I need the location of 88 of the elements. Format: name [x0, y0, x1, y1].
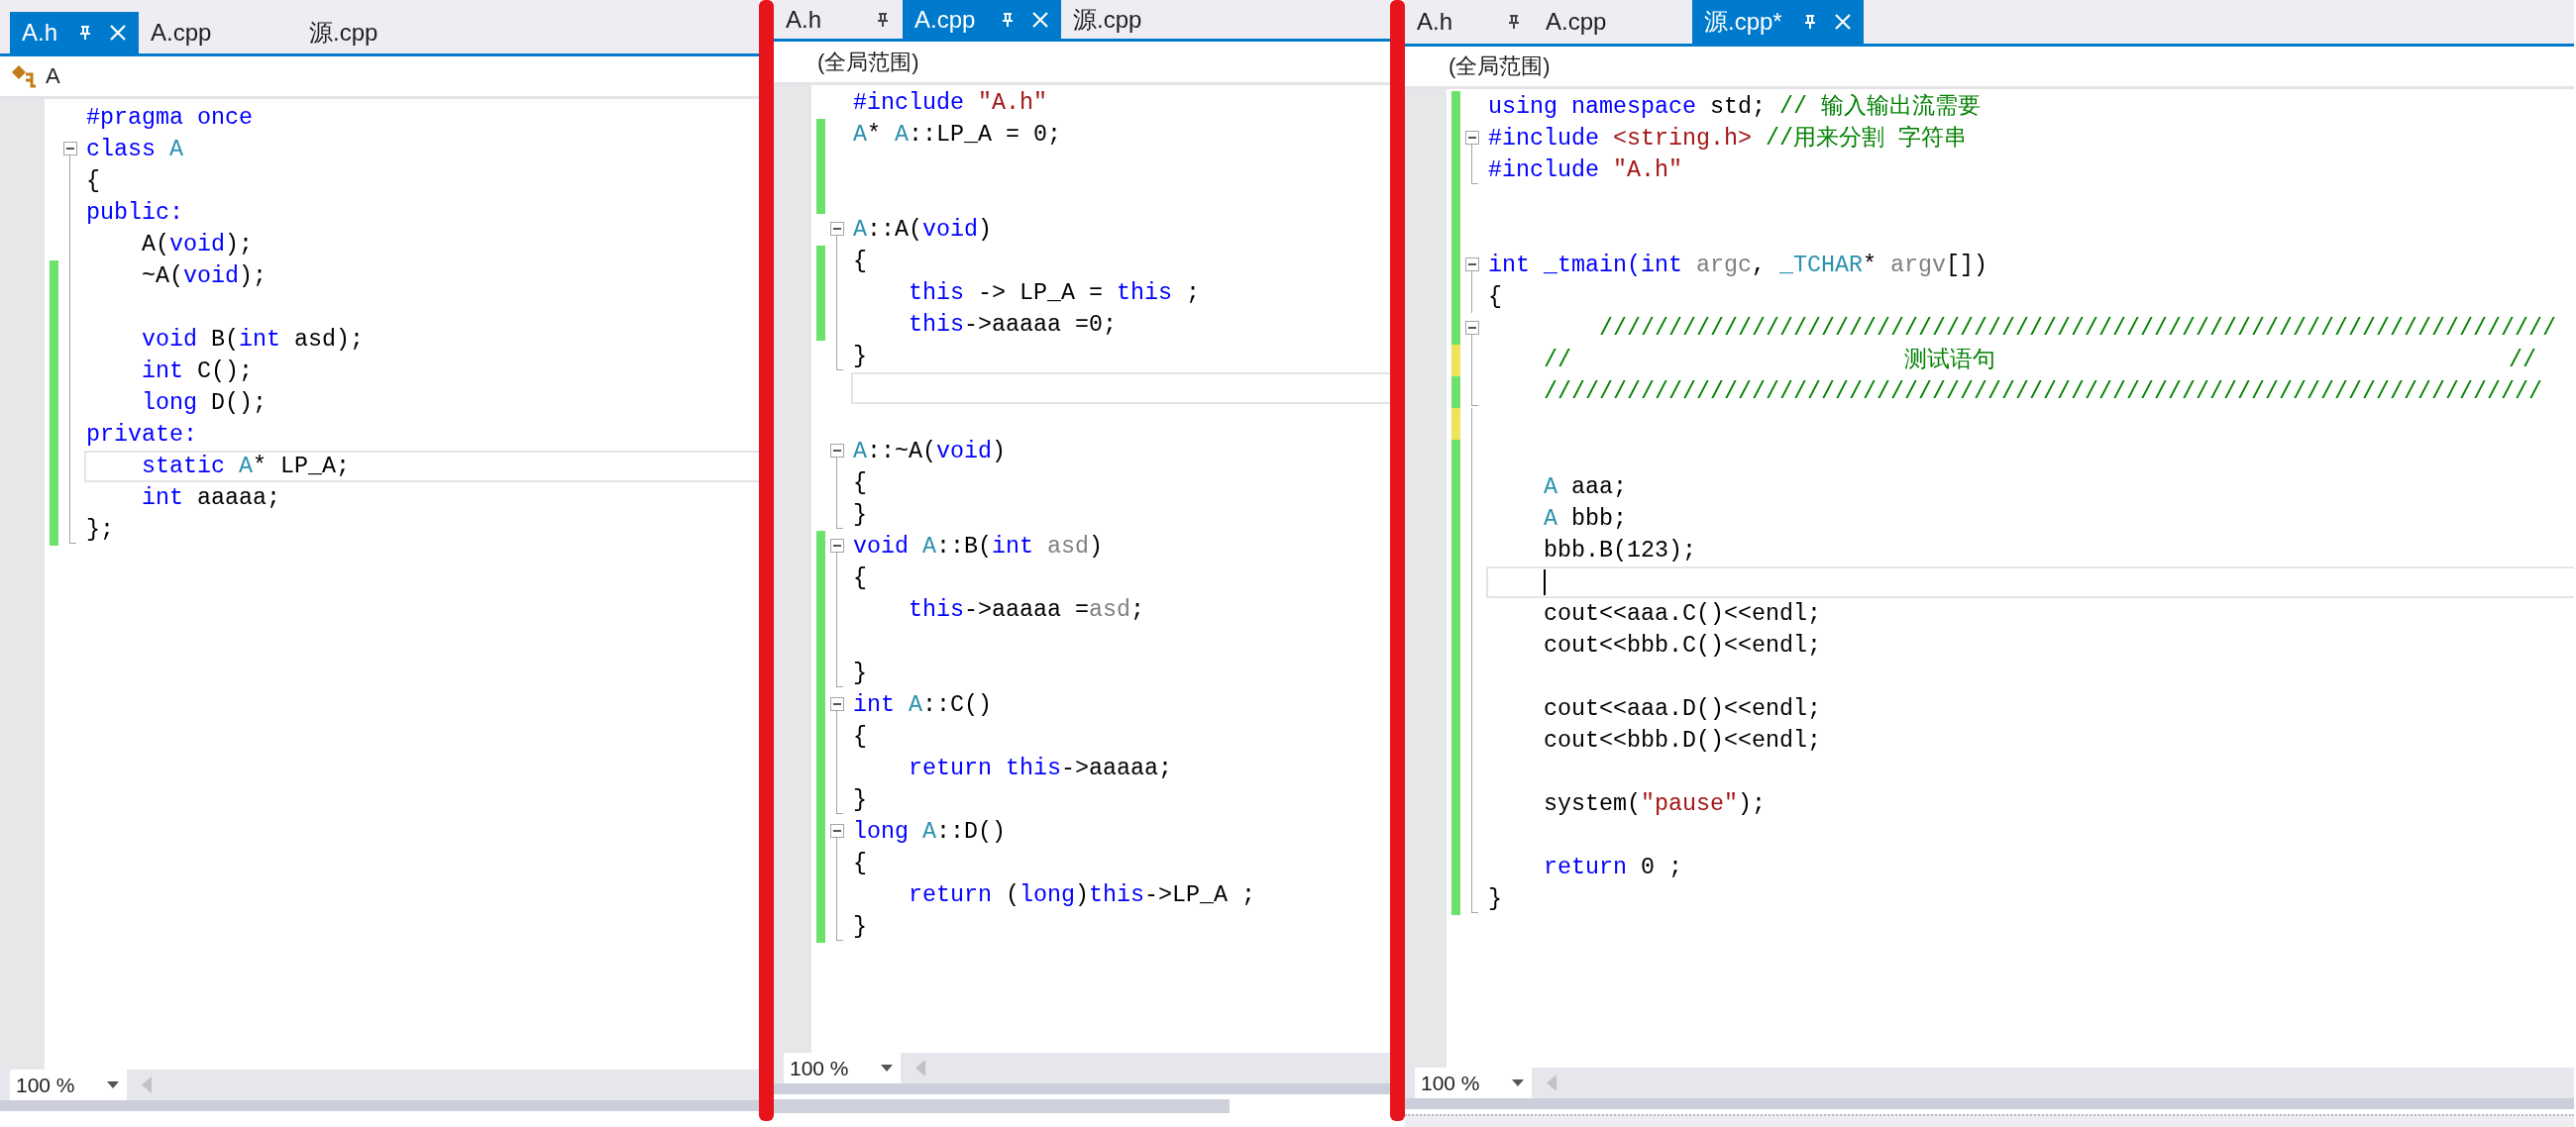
code-line: static A* LP_A;: [141, 453, 350, 480]
collapse-toggle[interactable]: [830, 539, 844, 553]
code-line: {: [853, 469, 867, 497]
code-line: A(void);: [141, 231, 253, 258]
tab[interactable]: A.h: [1405, 0, 1534, 44]
horizontal-scrollbar[interactable]: [774, 1099, 1230, 1113]
code-line: long D();: [141, 389, 267, 417]
code-line: cout<<bbb.C()<<endl;: [1543, 632, 1821, 660]
code-line: this->aaaaa =0;: [908, 311, 1117, 339]
code-line: int _tmain(int argc, _TCHAR* argv[]): [1488, 252, 1987, 279]
code-line: return this->aaaaa;: [908, 755, 1172, 782]
code-line: #include <string.h> //用来分割 字符串: [1488, 125, 1967, 153]
collapse-toggle[interactable]: [63, 142, 77, 155]
code-line: void B(int asd);: [141, 326, 364, 354]
collapse-toggle[interactable]: [830, 697, 844, 711]
code-line: bbb.B(123);: [1543, 537, 1696, 564]
scope-dropdown[interactable]: (全局范围): [784, 47, 919, 77]
code-line: this -> LP_A = this ;: [908, 279, 1200, 307]
code-line: {: [86, 167, 100, 195]
collapse-toggle[interactable]: [1465, 257, 1479, 271]
close-icon[interactable]: [109, 24, 128, 42]
collapse-toggle[interactable]: [1465, 321, 1479, 335]
code-line: ~A(void);: [141, 262, 267, 290]
code-line: cout<<aaa.C()<<endl;: [1543, 600, 1821, 628]
code-line: {: [853, 723, 867, 751]
code-line: A bbb;: [1543, 505, 1627, 533]
dropdown-caret-icon: [881, 1065, 893, 1072]
code-line: // 测试语句 //: [1543, 347, 2536, 374]
code-line: cout<<aaa.D()<<endl;: [1543, 695, 1821, 723]
code-line: }: [853, 786, 867, 814]
code-line: #include "A.h": [1488, 156, 1682, 184]
tab[interactable]: A.cpp: [1534, 0, 1692, 44]
code-line: int aaaaa;: [141, 484, 280, 512]
dropdown-caret-icon: [107, 1081, 119, 1088]
collapse-toggle[interactable]: [830, 824, 844, 838]
code-line: A::~A(void): [853, 438, 1006, 465]
scope-dropdown[interactable]: A: [46, 63, 60, 89]
tab[interactable]: A.cpp: [903, 0, 1061, 39]
code-line: class A: [86, 136, 183, 163]
zoom-dropdown[interactable]: 100 %: [10, 1070, 127, 1100]
code-line: A aaa;: [1543, 473, 1627, 501]
pin-icon[interactable]: [1000, 11, 1016, 28]
collapse-toggle[interactable]: [1465, 131, 1479, 145]
tab[interactable]: 源.cpp: [1061, 0, 1220, 39]
code-line: system("pause");: [1543, 790, 1766, 818]
code-line: return (long)this->LP_A ;: [908, 881, 1255, 909]
code-line: return 0 ;: [1543, 854, 1682, 881]
code-line: }: [853, 501, 867, 529]
tab[interactable]: A.h: [774, 0, 903, 39]
pin-icon[interactable]: [1506, 14, 1522, 30]
code-line: private:: [86, 421, 197, 449]
code-line: {: [853, 248, 867, 275]
zoom-dropdown[interactable]: 100 %: [1415, 1068, 1532, 1098]
code-line: /////////////////////////////////////////////////////////////////////: [1598, 315, 2556, 343]
code-line: A* A::LP_A = 0;: [853, 121, 1061, 149]
close-icon[interactable]: [1031, 10, 1049, 29]
code-line: }: [853, 343, 867, 370]
code-line: #pragma once: [86, 104, 253, 132]
code-line: int C();: [141, 358, 253, 385]
scope-dropdown[interactable]: (全局范围): [1415, 51, 1551, 81]
code-line: }: [853, 913, 867, 941]
code-line: {: [853, 564, 867, 592]
code-line: this->aaaaa =asd;: [908, 596, 1144, 624]
code-line: public:: [86, 199, 183, 227]
code-line: A::A(void): [853, 216, 992, 244]
code-line: {: [853, 850, 867, 877]
code-line: using namespace std; // 输入输出流需要: [1488, 93, 1981, 121]
collapse-toggle[interactable]: [830, 222, 844, 236]
pin-icon[interactable]: [875, 11, 891, 28]
code-line: cout<<bbb.D()<<endl;: [1543, 727, 1821, 755]
code-line: {: [1488, 283, 1502, 311]
close-icon[interactable]: [1833, 13, 1852, 31]
code-line: int A::C(): [853, 691, 992, 719]
tab[interactable]: A.h: [10, 12, 140, 53]
code-line: }: [1488, 885, 1502, 913]
code-line: ////////////////////////////////////////////////////////////////////////: [1543, 378, 2542, 406]
collapse-toggle[interactable]: [830, 444, 844, 458]
tab[interactable]: A.cpp: [139, 12, 298, 53]
code-line: };: [86, 516, 114, 544]
tab[interactable]: 源.cpp*: [1692, 0, 1864, 44]
code-line: }: [853, 660, 867, 687]
dropdown-caret-icon: [1512, 1079, 1524, 1086]
zoom-dropdown[interactable]: 100 %: [784, 1053, 901, 1083]
code-line: void A::B(int asd): [853, 533, 1103, 561]
tab[interactable]: 源.cpp: [297, 12, 457, 53]
text-cursor: [1544, 569, 1546, 595]
code-line: #include "A.h": [853, 89, 1047, 117]
code-line: long A::D(): [853, 818, 1006, 846]
